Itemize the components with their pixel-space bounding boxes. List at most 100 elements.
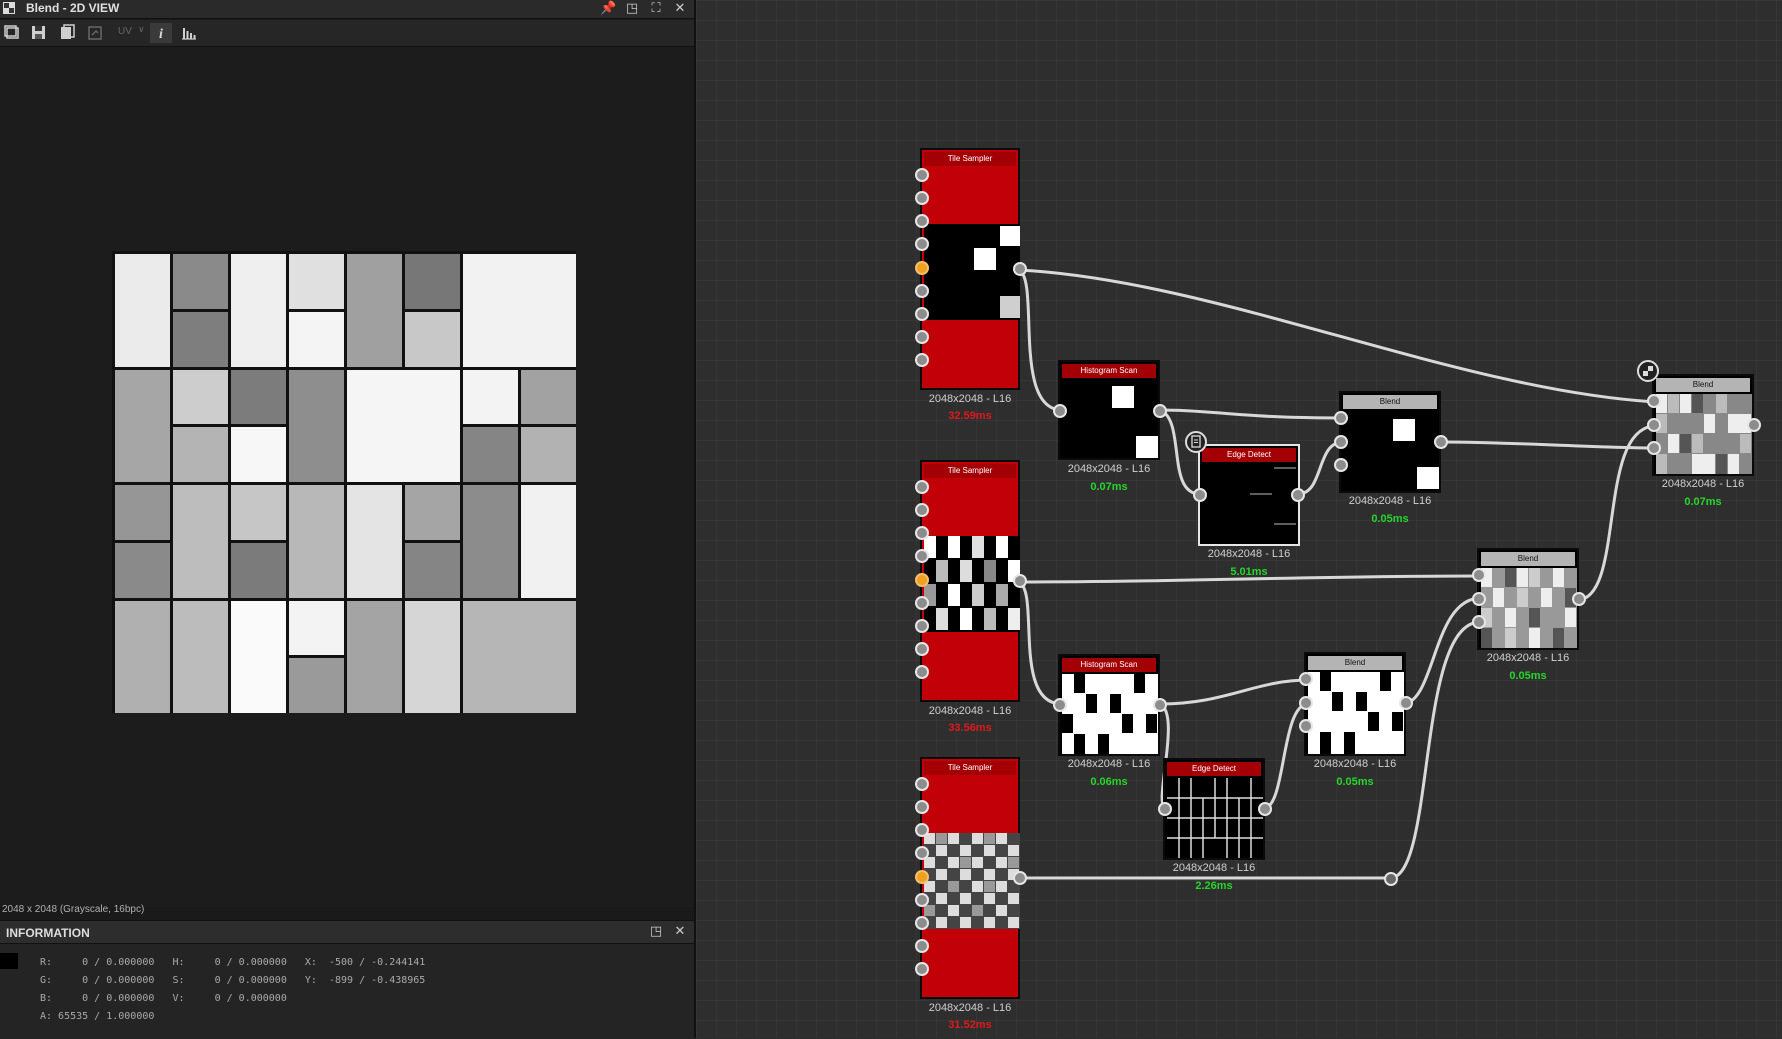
output-port[interactable] (1399, 696, 1413, 710)
input-port[interactable] (915, 962, 929, 976)
input-port[interactable] (1334, 411, 1348, 425)
input-port[interactable] (915, 503, 929, 517)
node-thumbnail: Blend (1652, 374, 1754, 476)
output-port[interactable] (1153, 404, 1167, 418)
compare-icon[interactable] (84, 23, 106, 43)
input-port[interactable] (1053, 698, 1067, 712)
input-port[interactable] (915, 823, 929, 837)
input-port[interactable] (915, 237, 929, 251)
input-port[interactable] (915, 596, 929, 610)
toolbar: UV ∨ i (0, 20, 694, 47)
restore-icon[interactable]: ◳ (648, 924, 664, 940)
input-port[interactable] (1647, 418, 1661, 432)
input-port[interactable] (1472, 615, 1486, 629)
input-port[interactable] (915, 284, 929, 298)
preview-tile (405, 542, 460, 598)
node-size: 2048x2048 - L16 (928, 705, 1012, 717)
comment-icon[interactable] (1185, 431, 1207, 453)
preview-tile (231, 254, 286, 367)
input-port[interactable] (915, 777, 929, 791)
input-port[interactable] (915, 330, 929, 344)
input-port-active[interactable] (915, 870, 929, 884)
link-relay-dot[interactable] (1384, 872, 1398, 886)
preview-tile (173, 600, 228, 713)
output-port[interactable] (1258, 802, 1272, 816)
information-title: INFORMATION (6, 926, 90, 940)
preview-tile (231, 542, 286, 598)
input-port[interactable] (915, 916, 929, 930)
node-size: 2048x2048 - L16 (1661, 478, 1745, 490)
node-time: 5.01ms (1230, 566, 1268, 578)
save-icon[interactable] (28, 23, 50, 43)
input-port[interactable] (915, 480, 929, 494)
export-icon[interactable] (56, 23, 78, 43)
node-title: Tile Sampler (924, 761, 1016, 775)
node-thumbnail: Histogram Scan (1058, 360, 1160, 460)
node-size: 2048x2048 - L16 (1067, 758, 1151, 770)
preview-tile (463, 254, 576, 367)
input-port[interactable] (915, 893, 929, 907)
output-port[interactable] (1291, 488, 1305, 502)
input-port[interactable] (915, 353, 929, 367)
preview-tile (405, 485, 460, 540)
preview-tile (463, 485, 518, 598)
close-icon[interactable]: ✕ (672, 1, 688, 17)
input-port[interactable] (915, 168, 929, 182)
histogram-icon[interactable] (178, 23, 200, 43)
output-port[interactable] (1434, 435, 1448, 449)
input-port[interactable] (915, 665, 929, 679)
output-node-icon[interactable] (1637, 360, 1659, 382)
graph-editor[interactable]: Tile Sampler 2048x2048 - L16 32.59ms Til… (696, 0, 1782, 1038)
output-port[interactable] (1153, 698, 1167, 712)
preview-tile (521, 369, 576, 425)
input-port[interactable] (1647, 394, 1661, 408)
input-port[interactable] (915, 939, 929, 953)
preview-tile (405, 600, 460, 713)
info-icon[interactable]: i (150, 23, 172, 43)
thumbnail-image (1343, 411, 1439, 491)
input-port[interactable] (915, 846, 929, 860)
input-port[interactable] (1053, 404, 1067, 418)
close-icon[interactable]: ✕ (672, 924, 688, 940)
output-port[interactable] (1747, 418, 1761, 432)
input-port[interactable] (1334, 458, 1348, 472)
pin-icon[interactable]: 📌 (600, 1, 616, 17)
input-port[interactable] (1334, 435, 1348, 449)
input-port[interactable] (1472, 568, 1486, 582)
input-port[interactable] (1193, 488, 1207, 502)
input-port[interactable] (915, 642, 929, 656)
thumbnail-image (924, 536, 1020, 632)
uv-dropdown-label[interactable]: UV (118, 26, 132, 37)
restore-icon[interactable]: ◳ (624, 1, 640, 17)
input-port[interactable] (915, 549, 929, 563)
input-port[interactable] (915, 307, 929, 321)
output-port[interactable] (1572, 592, 1586, 606)
chevron-down-icon[interactable]: ∨ (138, 25, 145, 35)
information-panel: INFORMATION ◳ ✕ R: 0 / 0.000000 H: 0 / 0… (0, 920, 694, 1039)
input-port[interactable] (915, 800, 929, 814)
input-port[interactable] (915, 191, 929, 205)
input-port[interactable] (1158, 802, 1172, 816)
preview-tile (289, 254, 344, 309)
copy-icon[interactable] (2, 23, 24, 43)
preview-tile (231, 427, 286, 482)
output-port[interactable] (1013, 262, 1027, 276)
maximize-icon[interactable]: ⛶ (648, 1, 664, 17)
input-port[interactable] (1299, 696, 1313, 710)
preview-tile (463, 427, 518, 482)
info-line-a: A: 65535 / 1.000000 (40, 1011, 155, 1022)
input-port[interactable] (915, 619, 929, 633)
thumbnail-image (1656, 394, 1752, 474)
2d-view-canvas[interactable] (0, 47, 694, 907)
output-port[interactable] (1013, 871, 1027, 885)
input-port[interactable] (915, 526, 929, 540)
input-port[interactable] (1647, 441, 1661, 455)
input-port[interactable] (1472, 592, 1486, 606)
input-port[interactable] (915, 214, 929, 228)
input-port[interactable] (1299, 719, 1313, 733)
input-port-active[interactable] (915, 573, 929, 587)
info-line-r: R: 0 / 0.000000 H: 0 / 0.000000 X: -500 … (40, 957, 426, 968)
input-port-active[interactable] (915, 261, 929, 275)
output-port[interactable] (1013, 574, 1027, 588)
input-port[interactable] (1299, 672, 1313, 686)
